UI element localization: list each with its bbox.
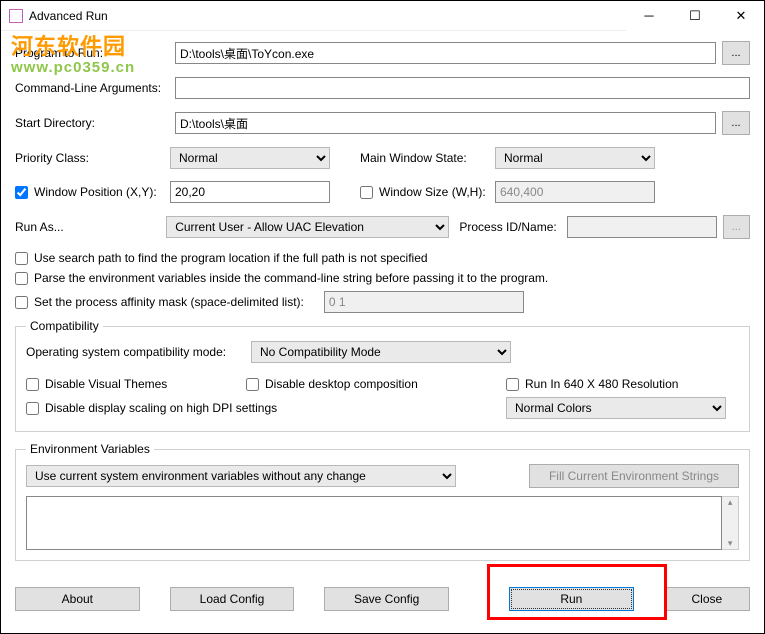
startdir-label: Start Directory: (15, 116, 175, 130)
close-window-button[interactable]: ✕ (718, 1, 764, 31)
procid-label: Process ID/Name: (459, 220, 566, 234)
env-scrollbar[interactable]: ▴▾ (722, 496, 739, 550)
maximize-button[interactable]: ☐ (672, 1, 718, 31)
compatibility-group: Compatibility Operating system compatibi… (15, 319, 750, 432)
program-browse-button[interactable]: ... (722, 41, 750, 65)
searchpath-label: Use search path to find the program loca… (34, 251, 428, 265)
winpos-label: Window Position (X,Y): (34, 185, 157, 199)
procid-browse-button: ... (723, 215, 750, 239)
fill-env-button: Fill Current Environment Strings (529, 464, 739, 488)
oscompat-label: Operating system compatibility mode: (26, 345, 251, 359)
affinity-label: Set the process affinity mask (space-del… (34, 295, 304, 309)
minimize-button[interactable]: ─ (626, 1, 672, 31)
envmode-select[interactable]: Use current system environment variables… (26, 465, 456, 487)
priority-label: Priority Class: (15, 151, 170, 165)
titlebar: Advanced Run ─ ☐ ✕ (1, 1, 764, 31)
disable-desktop-checkbox[interactable] (246, 378, 259, 391)
cmdline-input[interactable] (175, 77, 750, 99)
winpos-checkbox[interactable] (15, 186, 28, 199)
disable-themes-label: Disable Visual Themes (45, 377, 167, 391)
startdir-browse-button[interactable]: ... (722, 111, 750, 135)
program-label: Program to Run: (15, 46, 175, 60)
close-button[interactable]: Close (664, 587, 750, 611)
procid-input (567, 216, 717, 238)
about-button[interactable]: About (15, 587, 140, 611)
disable-desktop-label: Disable desktop composition (265, 377, 418, 391)
affinity-checkbox[interactable] (15, 296, 28, 309)
mainwin-select[interactable]: Normal (495, 147, 655, 169)
env-group: Environment Variables Use current system… (15, 442, 750, 561)
runas-label: Run As... (15, 220, 166, 234)
disable-themes-checkbox[interactable] (26, 378, 39, 391)
window-title: Advanced Run (29, 9, 626, 23)
run-button[interactable]: Run (509, 587, 634, 611)
runas-select[interactable]: Current User - Allow UAC Elevation (166, 216, 449, 238)
winsize-input (495, 181, 655, 203)
startdir-input[interactable] (175, 112, 716, 134)
winsize-checkbox[interactable] (360, 186, 373, 199)
parseenv-label: Parse the environment variables inside t… (34, 271, 548, 285)
save-config-button[interactable]: Save Config (324, 587, 449, 611)
cmdline-label: Command-Line Arguments: (15, 81, 175, 95)
affinity-input (324, 291, 524, 313)
run640-checkbox[interactable] (506, 378, 519, 391)
env-legend: Environment Variables (26, 442, 154, 456)
winsize-label: Window Size (W,H): (379, 185, 486, 199)
searchpath-checkbox[interactable] (15, 252, 28, 265)
oscompat-select[interactable]: No Compatibility Mode (251, 341, 511, 363)
env-textarea (26, 496, 722, 550)
mainwin-label: Main Window State: (360, 151, 495, 165)
load-config-button[interactable]: Load Config (170, 587, 295, 611)
program-input[interactable] (175, 42, 716, 64)
compatibility-legend: Compatibility (26, 319, 103, 333)
winpos-input[interactable] (170, 181, 330, 203)
priority-select[interactable]: Normal (170, 147, 330, 169)
run640-label: Run In 640 X 480 Resolution (525, 377, 678, 391)
colors-select[interactable]: Normal Colors (506, 397, 726, 419)
disable-dpi-label: Disable display scaling on high DPI sett… (45, 401, 277, 415)
app-icon (9, 9, 23, 23)
disable-dpi-checkbox[interactable] (26, 402, 39, 415)
parseenv-checkbox[interactable] (15, 272, 28, 285)
